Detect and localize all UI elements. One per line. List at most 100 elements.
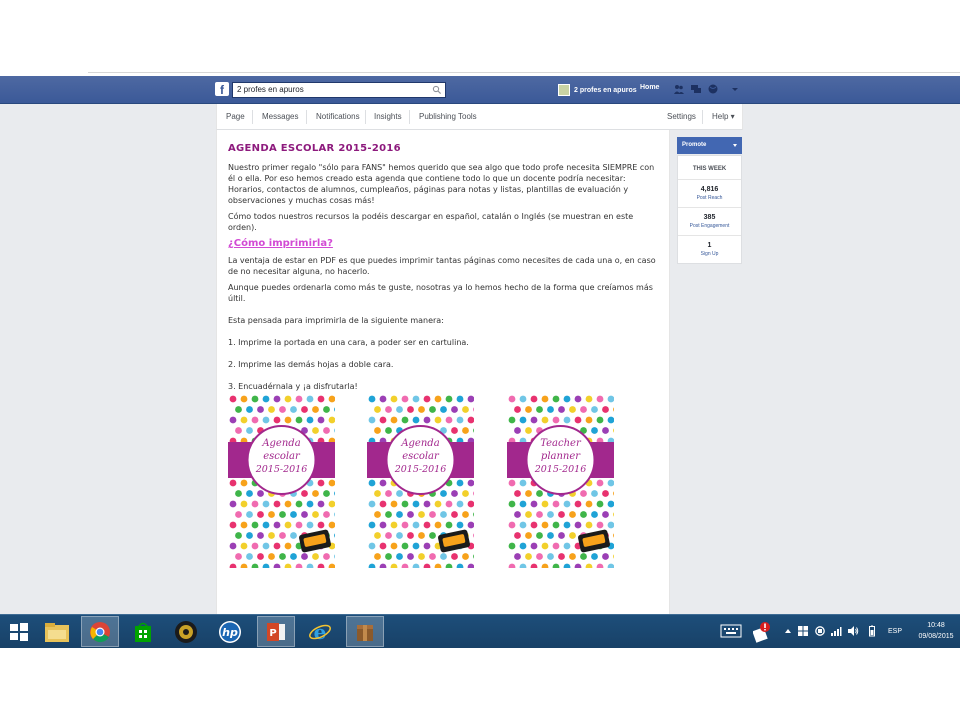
stat-sign-up[interactable]: 1 Sign Up	[678, 236, 741, 263]
this-week-heading: THIS WEEK	[678, 156, 741, 180]
polka-dot	[434, 395, 442, 403]
facebook-logo-icon[interactable]: f	[215, 82, 229, 96]
folder-icon	[45, 622, 69, 642]
tab-page[interactable]: Page	[226, 104, 245, 129]
polka-dot	[541, 542, 549, 550]
language-indicator[interactable]: ESP	[888, 628, 902, 635]
polka-dot	[462, 427, 469, 434]
cover-image[interactable]: Teacher planner 2015-2016	[507, 394, 614, 568]
promote-label: Promote	[682, 142, 707, 148]
polka-dot	[563, 542, 571, 550]
clock[interactable]: 10:48 09/08/2015	[914, 620, 958, 642]
profile-link[interactable]: 2 profes en apuros	[558, 83, 637, 97]
polka-dot	[268, 406, 275, 413]
taskbar-hp[interactable]: hp	[211, 616, 249, 647]
messages-icon[interactable]	[690, 83, 702, 95]
polka-dot	[317, 395, 325, 403]
polka-dot	[235, 553, 242, 560]
volume-icon[interactable]	[847, 625, 859, 637]
search-input-value: 2 profes en apuros	[237, 85, 304, 94]
polka-dot	[530, 395, 538, 403]
taskbar-store[interactable]	[124, 616, 162, 647]
polka-dot	[440, 406, 447, 413]
tab-settings[interactable]: Settings	[667, 104, 696, 129]
notifications-globe-icon[interactable]	[707, 83, 719, 95]
taskbar-file-explorer[interactable]	[38, 616, 76, 647]
taskbar-internet-explorer[interactable]: e	[301, 616, 339, 647]
battery-icon[interactable]	[866, 625, 878, 637]
stat-post-engagement[interactable]: 385 Post Engagement	[678, 208, 741, 236]
polka-dot	[514, 406, 521, 413]
taskbar-archive-app[interactable]	[346, 616, 384, 647]
how-to-print-link[interactable]: ¿Cómo imprimirla?	[228, 238, 659, 249]
friend-requests-icon[interactable]	[673, 83, 685, 95]
polka-dot	[246, 406, 253, 413]
polka-dot	[312, 406, 319, 413]
polka-dot	[445, 395, 453, 403]
search-input[interactable]: 2 profes en apuros	[232, 82, 446, 98]
polka-dot	[368, 416, 376, 424]
polka-dot	[563, 416, 571, 424]
polka-dot	[323, 427, 330, 434]
polka-dot	[530, 500, 538, 508]
polka-dot	[323, 511, 330, 518]
polka-dot	[508, 521, 516, 529]
window-top-border	[88, 72, 960, 73]
cover-image[interactable]: Agenda escolar 2015-2016	[228, 394, 335, 568]
post-paragraph: Aunque puedes ordenarla como más te gust…	[228, 283, 653, 303]
tab-notifications[interactable]: Notifications	[316, 104, 360, 129]
taskbar-chrome[interactable]	[81, 616, 119, 647]
polka-dot	[591, 511, 598, 518]
polka-dot	[508, 500, 516, 508]
polka-dot	[418, 553, 425, 560]
polka-dot	[558, 511, 565, 518]
polka-dot	[445, 500, 453, 508]
signal-strength-icon[interactable]	[830, 625, 842, 637]
polka-dot	[262, 542, 270, 550]
polka-dot	[396, 490, 403, 497]
polka-dot	[262, 416, 270, 424]
stat-value: 1	[707, 242, 712, 249]
help-menu[interactable]: Help ▾	[712, 104, 735, 129]
polka-dot	[295, 416, 303, 424]
polka-dot	[412, 416, 420, 424]
polka-dot	[552, 500, 560, 508]
account-menu-chevron-icon[interactable]	[729, 83, 741, 95]
step-item: 1. Imprime la portada en una cara, a pod…	[228, 338, 469, 347]
sync-icon[interactable]	[814, 625, 826, 637]
taskbar-media-player[interactable]	[167, 616, 205, 647]
polka-dot	[552, 542, 560, 550]
polka-dot	[508, 395, 516, 403]
start-button[interactable]	[0, 616, 38, 647]
polka-dot	[284, 395, 292, 403]
tab-messages[interactable]: Messages	[262, 104, 298, 129]
polka-dot	[574, 416, 582, 424]
tab-insights[interactable]: Insights	[374, 104, 402, 129]
stat-post-reach[interactable]: 4,816 Post Reach	[678, 180, 741, 208]
polka-dot	[456, 479, 464, 487]
svg-text:P: P	[269, 628, 276, 639]
powerpoint-icon: P	[267, 622, 285, 641]
home-link[interactable]: Home	[640, 84, 659, 91]
polka-dot	[290, 511, 297, 518]
polka-dot	[591, 553, 598, 560]
polka-dot	[547, 511, 554, 518]
stat-label: Post Reach	[696, 195, 723, 201]
show-hidden-icons-chevron-icon[interactable]	[782, 625, 794, 637]
polka-dot	[596, 479, 604, 487]
nav-divider	[365, 110, 366, 124]
search-icon[interactable]	[432, 85, 442, 95]
promote-button[interactable]: Promote	[677, 137, 742, 154]
polka-dot	[445, 521, 453, 529]
alert-app-icon[interactable]	[753, 621, 771, 643]
keyboard-icon[interactable]	[720, 624, 742, 638]
taskbar-powerpoint[interactable]: P	[257, 616, 295, 647]
cover-image[interactable]: Agenda escolar 2015-2016	[367, 394, 474, 568]
windows-flag-icon[interactable]	[797, 625, 809, 637]
polka-dot	[317, 416, 325, 424]
polka-dot	[456, 500, 464, 508]
polka-dot	[456, 395, 464, 403]
polka-dot	[251, 542, 259, 550]
polka-dot	[229, 542, 237, 550]
tab-publishing-tools[interactable]: Publishing Tools	[419, 104, 477, 129]
